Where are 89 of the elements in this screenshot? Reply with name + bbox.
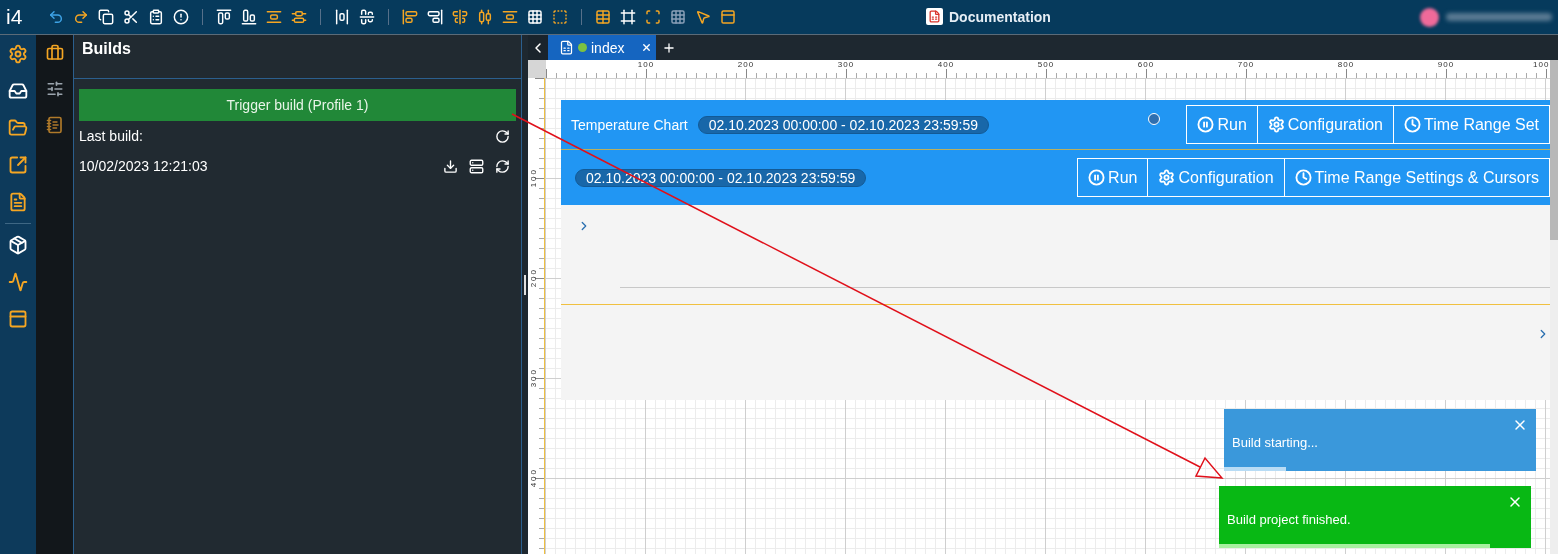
scan-icon[interactable] xyxy=(645,9,661,25)
folder-icon[interactable] xyxy=(8,118,28,138)
ruler-label: 400 xyxy=(529,468,538,488)
space-horizontal-icon[interactable] xyxy=(334,9,350,25)
run-button[interactable]: Run xyxy=(1186,105,1258,144)
configuration-button[interactable]: Configuration xyxy=(1256,105,1394,144)
align-right-icon[interactable] xyxy=(427,9,443,25)
trigger-build-button[interactable]: Trigger build (Profile 1) xyxy=(79,89,516,121)
pointer-icon[interactable] xyxy=(695,9,711,25)
undo-icon[interactable] xyxy=(48,9,64,25)
layout-icon[interactable] xyxy=(8,309,28,329)
scrollbar[interactable] xyxy=(1550,60,1558,554)
pause-icon xyxy=(1088,169,1106,186)
close-icon[interactable] xyxy=(1512,417,1528,433)
ruler-corner xyxy=(528,60,546,78)
list-icon[interactable] xyxy=(8,192,28,212)
ruler-label: 100 xyxy=(1533,60,1550,71)
window-icon[interactable] xyxy=(720,9,736,25)
sliders-icon[interactable] xyxy=(45,80,64,98)
chart-icon[interactable] xyxy=(8,272,28,292)
ruler-label: 200 xyxy=(529,268,538,288)
ruler-label: 700 xyxy=(1237,60,1255,71)
sync-icon[interactable] xyxy=(495,158,510,174)
ruler-label: 100 xyxy=(637,60,655,71)
last-build-label: Last build: xyxy=(79,128,143,144)
grid-icon[interactable] xyxy=(527,9,543,25)
ruler-label: 400 xyxy=(937,60,955,71)
pause-icon xyxy=(1197,116,1215,133)
package-icon[interactable] xyxy=(8,235,28,255)
configuration-button[interactable]: Configuration xyxy=(1147,158,1285,197)
document-icon xyxy=(926,8,943,25)
status-dot xyxy=(578,43,587,52)
run-button[interactable]: Run xyxy=(1077,158,1149,197)
ruler-label: 200 xyxy=(737,60,755,71)
ruler-label: 500 xyxy=(1037,60,1055,71)
space-vertical-icon[interactable] xyxy=(266,9,282,25)
ruler-label: 300 xyxy=(529,368,538,388)
ruler-label: 800 xyxy=(1337,60,1355,71)
chart-title: Temperature Chart xyxy=(571,116,688,133)
redo-icon[interactable] xyxy=(73,9,89,25)
notes-icon[interactable] xyxy=(45,116,64,134)
selection-icon[interactable] xyxy=(552,9,568,25)
align-center-icon[interactable] xyxy=(452,9,468,25)
server-icon[interactable] xyxy=(469,158,484,174)
add-tab-icon[interactable] xyxy=(662,40,676,55)
distribute-vertical-icon[interactable] xyxy=(291,9,307,25)
scissors-icon[interactable] xyxy=(123,9,139,25)
document-icon xyxy=(559,40,574,55)
toolbox-icon[interactable] xyxy=(45,44,64,62)
clock-icon xyxy=(1294,169,1312,186)
rotate-handle[interactable] xyxy=(1148,112,1161,125)
refresh-icon[interactable] xyxy=(495,128,510,144)
spacing-icon[interactable] xyxy=(502,9,518,25)
time-range-button[interactable]: Time Range Set xyxy=(1393,105,1550,144)
copy-icon[interactable] xyxy=(98,9,114,25)
tray-icon[interactable] xyxy=(8,81,28,101)
frame-icon[interactable] xyxy=(620,9,636,25)
clipboard-icon[interactable] xyxy=(148,9,164,25)
clock-icon xyxy=(1404,116,1421,133)
window-title: Documentation xyxy=(949,8,1051,25)
table-icon[interactable] xyxy=(595,9,611,25)
align-bottom-icon[interactable] xyxy=(241,9,257,25)
time-range-pill: 02.10.2023 00:00:00 - 02.10.2023 23:59:59 xyxy=(697,115,990,134)
export-icon[interactable] xyxy=(8,155,28,175)
resize-handle[interactable] xyxy=(524,274,526,295)
close-icon[interactable] xyxy=(1507,494,1523,510)
close-icon[interactable] xyxy=(641,42,652,53)
ruler-label: 300 xyxy=(837,60,855,71)
build-timestamp: 10/02/2023 12:21:03 xyxy=(79,158,208,174)
ruler-label: 900 xyxy=(1437,60,1455,71)
alert-icon[interactable] xyxy=(173,9,189,25)
ruler-label: 600 xyxy=(1137,60,1155,71)
time-range-button[interactable]: Time Range Settings & Cursors xyxy=(1283,158,1550,197)
download-icon[interactable] xyxy=(443,158,458,174)
editor-tab[interactable]: index xyxy=(548,35,656,60)
panel-title: Builds xyxy=(82,40,131,57)
gear-icon xyxy=(1267,116,1285,133)
app-logo: i4 xyxy=(6,5,24,29)
align-top-icon[interactable] xyxy=(216,9,232,25)
align-left-icon[interactable] xyxy=(402,9,418,25)
center-horizontal-icon[interactable] xyxy=(359,9,375,25)
gear-icon xyxy=(1158,169,1176,186)
gear-icon[interactable] xyxy=(8,44,28,64)
ruler-label: 100 xyxy=(529,168,538,188)
toast-message: Build starting... xyxy=(1232,435,1318,450)
toast-message: Build project finished. xyxy=(1227,512,1351,527)
grid-fill-icon[interactable] xyxy=(670,9,686,25)
distribute-horizontal-icon[interactable] xyxy=(477,9,493,25)
user-avatar[interactable] xyxy=(1420,8,1439,27)
